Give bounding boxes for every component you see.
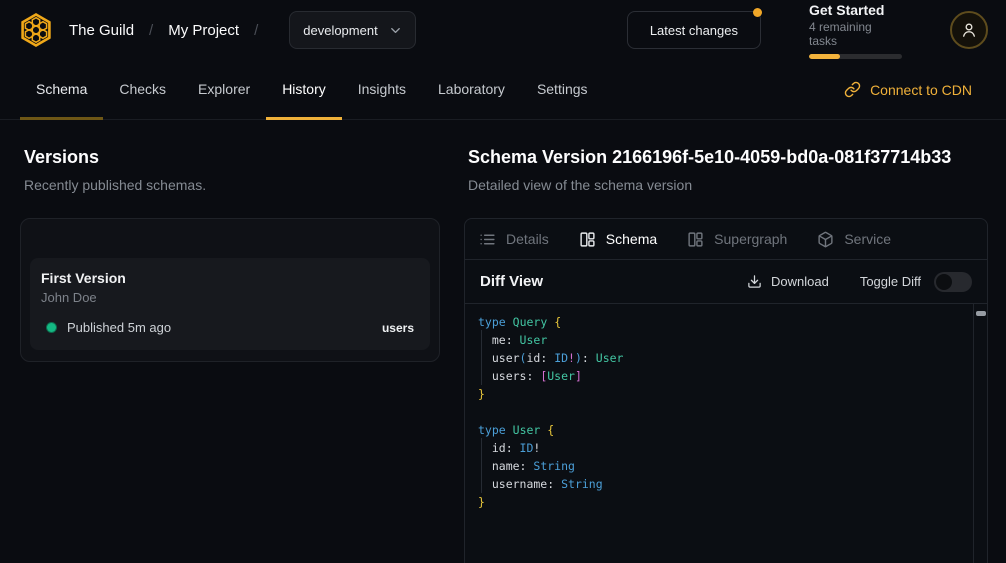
version-list: First Version John Doe Published 5m ago use… — [30, 258, 430, 350]
get-started-subtitle: 4 remaining tasks — [809, 20, 902, 48]
panel-tab-service[interactable]: Service — [817, 231, 891, 248]
hive-logo-icon[interactable] — [18, 12, 54, 48]
code-line: } — [478, 385, 973, 403]
nav-tab-explorer[interactable]: Explorer — [182, 60, 266, 120]
nav-tab-checks[interactable]: Checks — [103, 60, 182, 120]
version-status: Published 5m ago — [67, 320, 171, 335]
breadcrumb-separator: / — [254, 22, 258, 39]
latest-changes-label: Latest changes — [650, 23, 738, 38]
published-status-dot — [47, 323, 56, 332]
schema-code: type Query { me: User user(id: ID!): Use… — [465, 304, 973, 563]
get-started-progress-fill — [809, 54, 840, 59]
code-line: users: [User] — [478, 367, 973, 385]
columns-icon — [579, 231, 596, 248]
link-icon — [844, 81, 861, 98]
code-scrollbar[interactable] — [973, 304, 987, 563]
download-label: Download — [771, 274, 829, 289]
toggle-diff-knob — [936, 274, 952, 290]
list-icon — [479, 231, 496, 248]
user-avatar[interactable] — [950, 11, 988, 49]
notification-dot — [753, 8, 762, 17]
version-list-item[interactable]: First Version John Doe Published 5m ago use… — [30, 258, 430, 350]
version-name: First Version — [41, 270, 418, 286]
diff-view-toolbar: Diff View Download Toggle Diff — [465, 260, 987, 304]
cube-icon — [817, 231, 834, 248]
get-started-progressbar — [809, 54, 902, 59]
nav-tab-insights[interactable]: Insights — [342, 60, 422, 120]
columns-icon — [687, 231, 704, 248]
top-header: The Guild / My Project / development Lat… — [0, 0, 1006, 60]
person-icon — [959, 20, 979, 40]
nav-tab-schema[interactable]: Schema — [20, 60, 103, 120]
schema-version-panel: Details Schema Supergraph Service Diff View… — [464, 218, 988, 563]
breadcrumb-separator: / — [149, 22, 153, 39]
panel-tab-label: Schema — [606, 231, 657, 247]
panel-tab-supergraph[interactable]: Supergraph — [687, 231, 787, 248]
code-line: username: String — [478, 475, 973, 493]
panel-tab-label: Supergraph — [714, 231, 787, 247]
code-line: } — [478, 493, 973, 511]
toggle-diff-label: Toggle Diff — [860, 274, 921, 289]
schema-version-subtitle: Detailed view of the schema version — [468, 177, 988, 193]
versions-list-card: First Version John Doe Published 5m ago use… — [20, 218, 440, 362]
versions-title: Versions — [24, 147, 440, 168]
connect-to-cdn-button[interactable]: Connect to CDN — [844, 60, 986, 119]
nav-tabs: SchemaChecksExplorerHistoryInsightsLabor… — [20, 60, 604, 119]
download-icon — [747, 274, 762, 289]
main-nav: SchemaChecksExplorerHistoryInsightsLabor… — [0, 60, 1006, 120]
download-button[interactable]: Download — [747, 274, 829, 289]
get-started-title: Get Started — [809, 2, 902, 18]
get-started-widget[interactable]: Get Started 4 remaining tasks — [809, 2, 902, 59]
code-scrollbar-thumb[interactable] — [976, 311, 986, 316]
main-content: Versions Recently published schemas. Fir… — [0, 120, 1006, 563]
target-selector-value: development — [303, 23, 377, 38]
versions-subtitle: Recently published schemas. — [24, 177, 440, 193]
schema-version-column: Schema Version 2166196f-5e10-4059-bd0a-0… — [464, 120, 1006, 563]
code-line: name: String — [478, 457, 973, 475]
nav-tab-laboratory[interactable]: Laboratory — [422, 60, 521, 120]
breadcrumb-org[interactable]: The Guild — [69, 22, 134, 39]
version-status-row: Published 5m ago users — [41, 320, 418, 335]
chevron-down-icon — [388, 23, 403, 38]
nav-tab-history[interactable]: History — [266, 60, 342, 120]
connect-to-cdn-label: Connect to CDN — [870, 82, 972, 98]
panel-tabs: Details Schema Supergraph Service — [465, 219, 987, 260]
panel-tab-details[interactable]: Details — [479, 231, 549, 248]
code-line: user(id: ID!): User — [478, 349, 973, 367]
panel-tab-label: Service — [844, 231, 891, 247]
version-author: John Doe — [41, 290, 418, 305]
code-line: type Query { — [478, 313, 973, 331]
diff-view-title: Diff View — [480, 273, 543, 290]
code-line: id: ID! — [478, 439, 973, 457]
schema-code-viewer: type Query { me: User user(id: ID!): Use… — [465, 304, 987, 563]
versions-column: Versions Recently published schemas. Fir… — [0, 120, 464, 563]
code-line — [478, 403, 973, 421]
target-selector[interactable]: development — [289, 11, 415, 49]
code-line: me: User — [478, 331, 973, 349]
nav-tab-settings[interactable]: Settings — [521, 60, 604, 120]
breadcrumb-project[interactable]: My Project — [168, 22, 239, 39]
version-service-badge: users — [382, 321, 414, 335]
panel-tab-label: Details — [506, 231, 549, 247]
panel-tab-schema[interactable]: Schema — [579, 231, 657, 248]
toggle-diff-switch[interactable] — [934, 272, 972, 292]
schema-version-title: Schema Version 2166196f-5e10-4059-bd0a-0… — [468, 147, 988, 168]
code-line: type User { — [478, 421, 973, 439]
latest-changes-button[interactable]: Latest changes — [627, 11, 761, 49]
